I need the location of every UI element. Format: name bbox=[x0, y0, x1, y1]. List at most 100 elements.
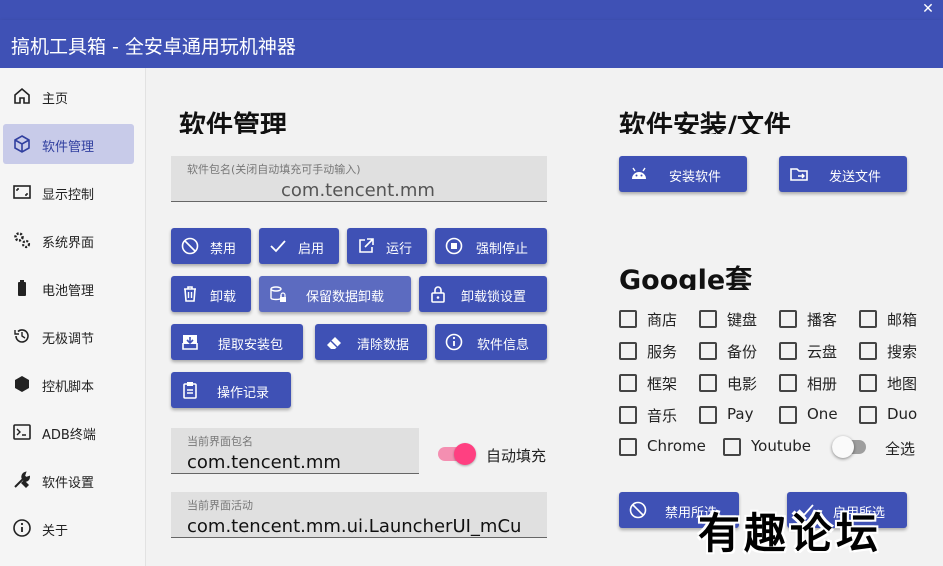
checkbox-label: 音乐 bbox=[647, 407, 678, 425]
info-icon bbox=[13, 519, 31, 537]
checkbox-label: Pay bbox=[727, 405, 754, 423]
field-underline bbox=[171, 473, 419, 474]
select-all-toggle[interactable]: 全选 bbox=[832, 436, 932, 460]
current-package-value: com.tencent.mm bbox=[187, 452, 341, 473]
checkbox-movies[interactable]: 电影 bbox=[699, 372, 769, 396]
checkbox-keyboard[interactable]: 键盘 bbox=[699, 308, 769, 332]
sidebar-item-label: 关于 bbox=[42, 524, 69, 539]
sidebar-item-adb-terminal[interactable]: ADB终端 bbox=[3, 412, 134, 452]
auto-fill-toggle[interactable]: 自动填充 bbox=[438, 443, 553, 467]
app-info-button[interactable]: 软件信息 bbox=[435, 324, 547, 360]
checkbox-services[interactable]: 服务 bbox=[619, 340, 689, 364]
disable-button[interactable]: 禁用 bbox=[171, 228, 251, 264]
home-icon bbox=[14, 87, 30, 104]
checkbox-drive[interactable]: 云盘 bbox=[779, 340, 849, 364]
checkbox-box bbox=[619, 406, 637, 424]
send-file-button[interactable]: 发送文件 bbox=[779, 156, 907, 192]
app-bar: 搞机工具箱 - 全安卓通用玩机神器 bbox=[0, 20, 943, 68]
eraser-icon bbox=[327, 337, 341, 349]
checkbox-box bbox=[779, 406, 797, 424]
uninstall-lock-button[interactable]: 卸载锁设置 bbox=[419, 276, 547, 312]
sidebar-item-label: ADB终端 bbox=[42, 428, 96, 443]
checkbox-box bbox=[699, 310, 717, 328]
sidebar: 主页 软件管理 显示控制 系统界面 电池管理 无极调节 控机脚本 ADB终端 软… bbox=[0, 68, 146, 566]
checkbox-box bbox=[723, 438, 741, 456]
checkbox-podcasts[interactable]: 播客 bbox=[779, 308, 849, 332]
checkbox-youtube[interactable]: Youtube bbox=[723, 436, 823, 460]
current-activity-hint: 当前界面活动 bbox=[187, 499, 253, 512]
database-lock-icon bbox=[270, 286, 286, 302]
checkbox-one[interactable]: One bbox=[779, 404, 849, 428]
current-package-field[interactable]: 当前界面包名 com.tencent.mm bbox=[171, 428, 419, 474]
android-icon bbox=[632, 167, 646, 179]
sidebar-item-home[interactable]: 主页 bbox=[3, 76, 134, 116]
install-apk-label: 安装软件 bbox=[669, 170, 722, 185]
checkbox-store[interactable]: 商店 bbox=[619, 308, 689, 332]
current-package-hint: 当前界面包名 bbox=[187, 435, 253, 448]
install-apk-button[interactable]: 安装软件 bbox=[619, 156, 747, 192]
extract-apk-button[interactable]: 提取安装包 bbox=[171, 324, 303, 360]
run-label: 运行 bbox=[386, 242, 413, 257]
checkbox-box bbox=[699, 406, 717, 424]
disable-label: 禁用 bbox=[210, 242, 237, 257]
checkbox-search[interactable]: 搜索 bbox=[859, 340, 929, 364]
keep-data-uninstall-button[interactable]: 保留数据卸载 bbox=[259, 276, 411, 312]
clear-data-label: 清除数据 bbox=[357, 338, 410, 353]
current-activity-field[interactable]: 当前界面活动 com.tencent.mm.ui.LauncherUI_mCu bbox=[171, 492, 547, 538]
checkbox-label: One bbox=[807, 405, 838, 423]
sidebar-item-scripts[interactable]: 控机脚本 bbox=[3, 364, 134, 404]
info-icon bbox=[445, 333, 463, 351]
gears-icon bbox=[14, 232, 31, 249]
clear-data-button[interactable]: 清除数据 bbox=[315, 324, 427, 360]
package-name-hint: 软件包名(关闭自动填充可手动输入) bbox=[187, 163, 361, 176]
enable-button[interactable]: 启用 bbox=[259, 228, 339, 264]
checkbox-label: 键盘 bbox=[727, 311, 758, 329]
checkbox-box bbox=[619, 310, 637, 328]
uninstall-label: 卸载 bbox=[210, 290, 237, 305]
package-name-value: com.tencent.mm bbox=[281, 180, 435, 201]
field-underline bbox=[171, 201, 547, 202]
checkbox-label: Youtube bbox=[751, 437, 811, 455]
toggle-thumb bbox=[832, 436, 854, 458]
checkbox-music[interactable]: 音乐 bbox=[619, 404, 689, 428]
checkbox-backup[interactable]: 备份 bbox=[699, 340, 769, 364]
checkbox-maps[interactable]: 地图 bbox=[859, 372, 929, 396]
operation-log-button[interactable]: 操作记录 bbox=[171, 372, 291, 408]
field-underline bbox=[171, 537, 547, 538]
lock-icon bbox=[431, 286, 445, 303]
sidebar-item-display-control[interactable]: 显示控制 bbox=[3, 172, 134, 212]
package-name-field[interactable]: 软件包名(关闭自动填充可手动输入) com.tencent.mm bbox=[171, 156, 547, 202]
checkbox-box bbox=[859, 406, 877, 424]
checkbox-box bbox=[779, 374, 797, 392]
sidebar-item-stepless[interactable]: 无极调节 bbox=[3, 316, 134, 356]
sidebar-item-battery[interactable]: 电池管理 bbox=[3, 268, 134, 308]
sidebar-item-about[interactable]: 关于 bbox=[3, 508, 134, 548]
checkbox-duo[interactable]: Duo bbox=[859, 404, 929, 428]
checkbox-box bbox=[859, 310, 877, 328]
extract-apk-label: 提取安装包 bbox=[218, 338, 284, 353]
checkbox-box bbox=[859, 342, 877, 360]
close-window-button[interactable]: ✕ bbox=[913, 0, 943, 20]
checkbox-chrome[interactable]: Chrome bbox=[619, 436, 715, 460]
checkbox-box bbox=[619, 438, 637, 456]
checkbox-label: Chrome bbox=[647, 437, 706, 455]
checkbox-box bbox=[699, 342, 717, 360]
checkbox-pay[interactable]: Pay bbox=[699, 404, 769, 428]
checkbox-framework[interactable]: 框架 bbox=[619, 372, 689, 396]
checkbox-box bbox=[779, 342, 797, 360]
sidebar-item-software-management[interactable]: 软件管理 bbox=[3, 124, 134, 164]
screen-icon bbox=[13, 185, 31, 199]
sidebar-item-system-ui[interactable]: 系统界面 bbox=[3, 220, 134, 260]
run-button[interactable]: 运行 bbox=[347, 228, 427, 264]
sidebar-item-settings[interactable]: 软件设置 bbox=[3, 460, 134, 500]
check-icon bbox=[270, 240, 286, 253]
install-section-title: 软件安装/文件 bbox=[619, 111, 791, 134]
main-content: 软件管理 软件包名(关闭自动填充可手动输入) com.tencent.mm 禁用… bbox=[146, 68, 943, 566]
checkbox-photos[interactable]: 相册 bbox=[779, 372, 849, 396]
checkbox-mail[interactable]: 邮箱 bbox=[859, 308, 929, 332]
uninstall-button[interactable]: 卸载 bbox=[171, 276, 251, 312]
force-stop-button[interactable]: 强制停止 bbox=[435, 228, 547, 264]
checkbox-label: 播客 bbox=[807, 311, 838, 329]
checkbox-label: 服务 bbox=[647, 343, 678, 361]
stop-circle-icon bbox=[445, 237, 463, 255]
